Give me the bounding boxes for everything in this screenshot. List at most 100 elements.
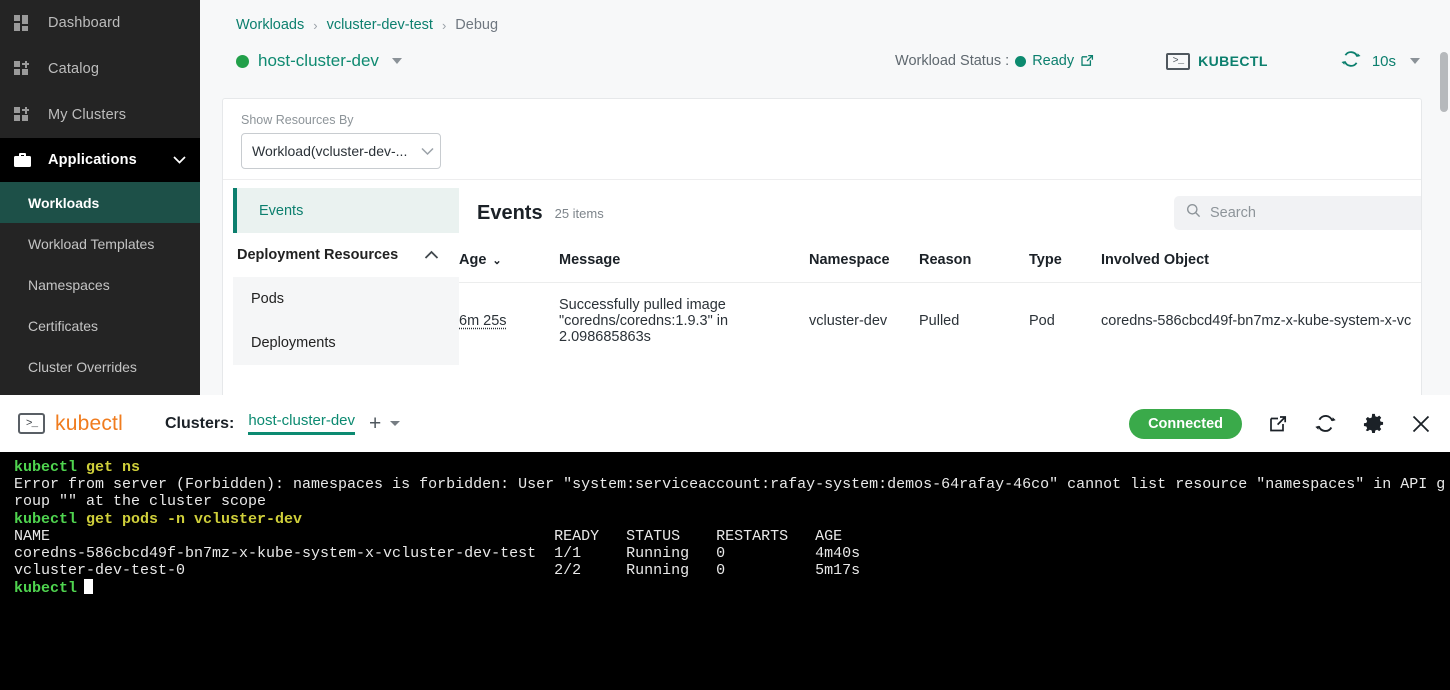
cell-type: Pod: [1029, 282, 1101, 359]
terminal-output[interactable]: kubectl get ns Error from server (Forbid…: [0, 452, 1450, 690]
terminal-command-args: get pods -n vcluster-dev: [77, 510, 303, 528]
table-row[interactable]: 6m 25s Successfully pulled image "coredn…: [459, 282, 1421, 359]
chevron-down-icon[interactable]: [390, 421, 401, 426]
main-content: Workloads › vcluster-dev-test › Debug ho…: [200, 0, 1450, 395]
breadcrumb-separator: ›: [313, 17, 318, 33]
grid-icon: [14, 15, 40, 31]
page-title: Events: [477, 201, 543, 224]
resource-nav-deployments[interactable]: Deployments: [233, 321, 459, 365]
sidebar-item-workloads[interactable]: Workloads: [0, 182, 200, 223]
resource-nav-label: Events: [259, 202, 304, 219]
sidebar-subitem-label: Cluster Overrides: [28, 358, 137, 375]
search-input[interactable]: [1210, 205, 1421, 221]
events-count: 25 items: [554, 205, 604, 221]
cluster-name: host-cluster-dev: [258, 51, 379, 70]
column-header-involved-object[interactable]: Involved Object: [1101, 252, 1421, 283]
sidebar-item-catalog[interactable]: Catalog: [0, 46, 200, 92]
column-header-message[interactable]: Message: [559, 252, 809, 283]
application-root: Dashboard Catalog My Clusters Applicatio…: [0, 0, 1450, 690]
page-scrollbar-track[interactable]: [1438, 0, 1450, 395]
terminal-line: vcluster-dev-test-0 2/2 Running 0 5m17s: [14, 562, 861, 580]
external-link-icon[interactable]: [1268, 414, 1288, 434]
breadcrumb-item-vcluster-dev-test[interactable]: vcluster-dev-test: [327, 17, 433, 33]
add-cluster-tab-button[interactable]: +: [369, 413, 381, 434]
sidebar-item-workload-templates[interactable]: Workload Templates: [0, 223, 200, 264]
chevron-down-icon: [1410, 58, 1420, 64]
resource-nav-sublist: Pods Deployments: [233, 277, 459, 365]
cell-reason: Pulled: [919, 282, 1029, 359]
clusters-icon: [14, 106, 40, 123]
sidebar-item-certificates[interactable]: Certificates: [0, 305, 200, 346]
page-scrollbar-thumb[interactable]: [1440, 52, 1448, 112]
sidebar: Dashboard Catalog My Clusters Applicatio…: [0, 0, 200, 395]
terminal-line: NAME READY STATUS RESTARTS AGE: [14, 527, 843, 545]
status-badge: Ready: [1032, 53, 1075, 69]
sidebar-group-label: Applications: [48, 152, 137, 168]
age-value: 6m 25s: [459, 313, 507, 329]
terminal-command-args: get ns: [77, 459, 141, 476]
events-area: Events 25 items Search Age ⌄ Message Nam…: [459, 180, 1421, 395]
events-header: Events 25 items: [459, 180, 1421, 230]
connection-status-badge[interactable]: Connected: [1129, 408, 1242, 439]
cluster-selector[interactable]: host-cluster-dev: [236, 51, 402, 71]
cell-age: 6m 25s: [459, 282, 559, 359]
resource-nav-pods[interactable]: Pods: [233, 277, 459, 321]
refresh-icon[interactable]: [1340, 48, 1362, 75]
refresh-interval-value: 10s: [1371, 52, 1396, 70]
breadcrumb-separator: ›: [441, 17, 447, 33]
breadcrumb-item-debug: Debug: [455, 17, 499, 33]
refresh-icon[interactable]: [1314, 412, 1337, 435]
terminal-line: Error from server (Forbidden): namespace…: [14, 476, 1446, 494]
chevron-down-icon: [391, 58, 402, 64]
resource-nav-deployment-resources[interactable]: Deployment Resources: [223, 233, 459, 277]
breadcrumb: Workloads › vcluster-dev-test › Debug: [236, 12, 1450, 38]
resource-nav-label: Deployment Resources: [237, 247, 399, 263]
resource-selector-header: Show Resources By Workload(vcluster-dev-…: [223, 99, 1421, 180]
sidebar-item-my-clusters[interactable]: My Clusters: [0, 92, 200, 138]
breadcrumb-item-workloads[interactable]: Workloads: [236, 17, 304, 33]
show-resources-by-label: Show Resources By: [241, 113, 354, 127]
close-icon[interactable]: [1410, 413, 1432, 435]
resource-nav-label: Pods: [251, 291, 285, 307]
events-table-wrapper: Age ⌄ Message Namespace Reason Type Invol…: [459, 252, 1421, 359]
column-header-type[interactable]: Type: [1029, 252, 1101, 283]
search-icon: [1186, 203, 1201, 223]
cell-namespace: vcluster-dev: [809, 282, 919, 359]
cell-message: Successfully pulled image "coredns/cored…: [559, 282, 809, 359]
sidebar-subitem-label: Certificates: [28, 317, 99, 334]
chevron-down-icon: [173, 156, 186, 164]
terminal-command: kubectl: [14, 459, 78, 476]
table-header-row: Age ⌄ Message Namespace Reason Type Invol…: [459, 252, 1421, 283]
briefcase-icon: [14, 152, 40, 168]
cluster-status-dot: [236, 54, 249, 68]
select-value: Workload(vcluster-dev-...: [252, 143, 408, 159]
column-header-namespace[interactable]: Namespace: [809, 252, 919, 283]
cell-involved-object: coredns-586cbcd49f-bn7mz-x-kube-system-x…: [1101, 282, 1421, 359]
sidebar-item-dashboard[interactable]: Dashboard: [0, 0, 200, 46]
cluster-header-row: host-cluster-dev Workload Status : Ready: [236, 38, 1450, 84]
resource-nav-list: Events Deployment Resources Pods Deploym…: [223, 180, 459, 395]
column-header-reason[interactable]: Reason: [919, 252, 1029, 283]
external-link-icon[interactable]: [1080, 54, 1094, 68]
sidebar-item-cluster-overrides[interactable]: Cluster Overrides: [0, 346, 200, 387]
kubectl-drawer: >_ kubectl Clusters: host-cluster-dev + …: [0, 395, 1450, 690]
clusters-label: Clusters:: [164, 414, 235, 432]
sidebar-item-namespaces[interactable]: Namespaces: [0, 264, 200, 305]
column-label: Age: [459, 252, 487, 268]
resource-nav-events[interactable]: Events: [233, 188, 459, 233]
show-resources-by-select[interactable]: Workload(vcluster-dev-...: [241, 133, 441, 169]
catalog-icon: [14, 60, 40, 77]
gear-icon[interactable]: [1363, 413, 1384, 434]
search-box[interactable]: [1174, 196, 1421, 230]
terminal-command: kubectl: [14, 510, 78, 528]
content-topbar: Workloads › vcluster-dev-test › Debug ho…: [200, 0, 1450, 84]
cluster-tab-host-cluster-dev[interactable]: host-cluster-dev: [248, 412, 356, 435]
column-header-age[interactable]: Age ⌄: [459, 252, 559, 283]
kubectl-drawer-toolbar: >_ kubectl Clusters: host-cluster-dev + …: [0, 395, 1450, 452]
workload-status-label: Workload Status :: [895, 53, 1010, 69]
refresh-interval-control[interactable]: 10s: [1340, 48, 1420, 75]
sidebar-subitem-label: Namespaces: [28, 276, 110, 293]
sidebar-group-applications[interactable]: Applications: [0, 138, 200, 182]
kubectl-button[interactable]: >_ KUBECTL: [1166, 52, 1268, 70]
terminal-cursor: [84, 579, 94, 595]
